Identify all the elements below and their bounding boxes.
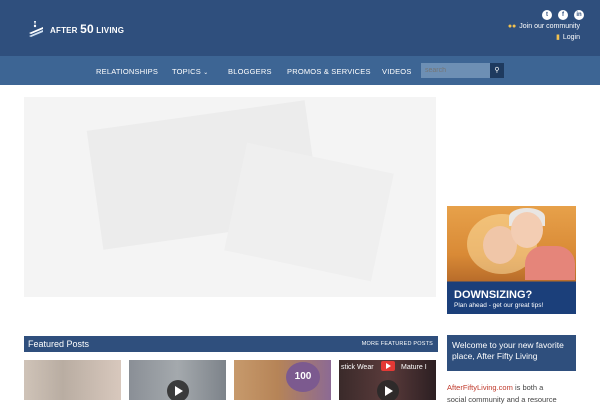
play-icon[interactable] (377, 380, 399, 400)
nav-promos-services[interactable]: PROMOS & SERVICES (287, 67, 371, 76)
chevron-down-icon: ⌄ (203, 70, 209, 76)
more-featured-posts-link[interactable]: MORE FEATURED POSTS (362, 341, 433, 347)
nav-relationships[interactable]: RELATIONSHIPS (96, 67, 158, 76)
join-community-link[interactable]: ●● Join our community (508, 23, 580, 30)
linkedin-icon[interactable]: in (574, 10, 584, 20)
nav-videos[interactable]: VIDEOS (382, 67, 412, 76)
logo-text: AFTER 50 LIVING (50, 22, 125, 36)
social-links: t f in (542, 10, 584, 20)
play-icon[interactable] (167, 380, 189, 400)
featured-post-thumbnail[interactable]: stick Wear Mature I (339, 360, 436, 400)
ad-title: DOWNSIZING? (454, 289, 533, 301)
featured-post-thumbnail[interactable] (129, 360, 226, 400)
downsizing-ad-banner[interactable]: DOWNSIZING? Plan ahead - get our great t… (447, 206, 576, 314)
youtube-icon (381, 361, 395, 371)
logo-icon (29, 21, 43, 37)
featured-posts-title: Featured Posts (28, 339, 90, 349)
balloon-100: 100 (286, 362, 320, 392)
login-link[interactable]: ▮ Login (556, 33, 580, 42)
featured-post-thumbnail[interactable]: 100 (234, 360, 331, 400)
search-button[interactable]: ⚲ (490, 63, 504, 78)
site-logo[interactable]: AFTER 50 LIVING (26, 18, 124, 40)
welcome-box: Welcome to your new favorite place, Afte… (447, 335, 576, 371)
ad-photo-woman (511, 212, 543, 248)
hero-slider-image[interactable] (24, 97, 436, 297)
search-icon: ⚲ (494, 67, 500, 74)
twitter-icon[interactable]: t (542, 10, 552, 20)
site-header: AFTER 50 LIVING t f in ●● Join our commu… (0, 0, 600, 56)
afterfiftyliving-link[interactable]: AfterFiftyLiving.com (447, 383, 513, 392)
lock-icon: ▮ (556, 34, 560, 41)
search-input[interactable] (421, 63, 490, 78)
ad-subtitle: Plan ahead - get our great tips! (454, 302, 544, 309)
main-nav: RELATIONSHIPS TOPICS ⌄ BLOGGERS PROMOS &… (0, 56, 600, 85)
people-icon: ●● (507, 23, 517, 30)
featured-posts-header: Featured Posts MORE FEATURED POSTS (24, 336, 438, 352)
facebook-icon[interactable]: f (558, 10, 568, 20)
nav-topics[interactable]: TOPICS ⌄ (172, 67, 209, 76)
welcome-body: AfterFiftyLiving.com is both a social co… (447, 383, 557, 404)
welcome-heading: Welcome to your new favorite place, Afte… (452, 340, 564, 361)
featured-post-thumbnail[interactable] (24, 360, 121, 400)
nav-bloggers[interactable]: BLOGGERS (228, 67, 272, 76)
